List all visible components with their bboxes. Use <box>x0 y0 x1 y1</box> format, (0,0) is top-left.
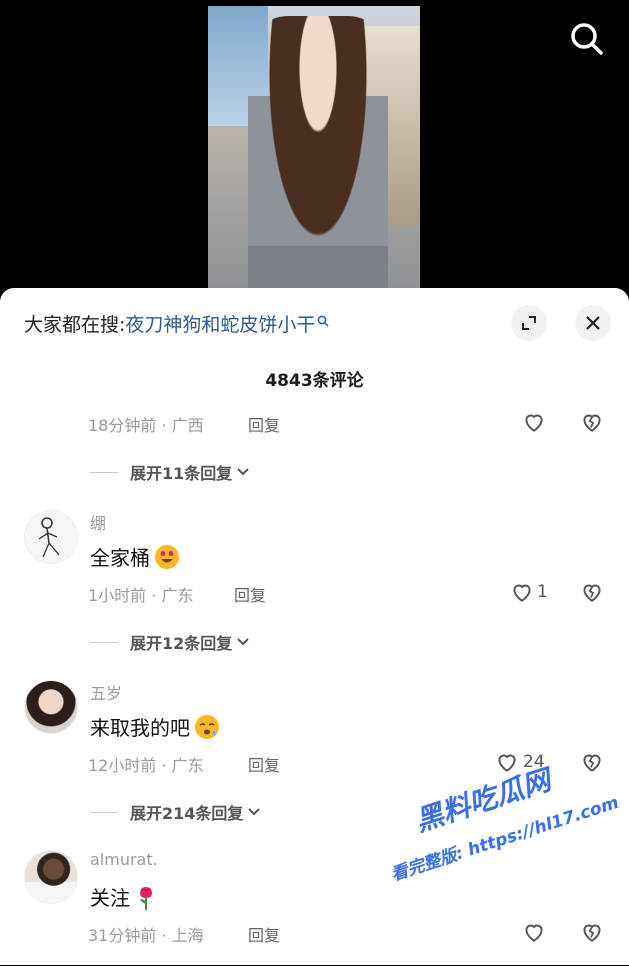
comment-meta: 1小时前 · 广东 <box>88 586 194 605</box>
broken-heart-icon <box>583 414 601 432</box>
expand-replies-label: 展开12条回复 <box>130 634 233 653</box>
comment-count: 4843条评论 <box>265 371 364 391</box>
comment-meta: 12小时前 · 广东 <box>88 756 204 775</box>
heart-eyes-emoji-icon <box>155 544 179 569</box>
dislike-button[interactable] <box>579 919 605 945</box>
close-button[interactable] <box>575 305 611 341</box>
reply-button[interactable]: 回复 <box>248 752 280 776</box>
search-button[interactable] <box>568 20 606 58</box>
search-icon <box>571 23 603 55</box>
expand-replies-label: 展开11条回复 <box>130 464 233 483</box>
avatar[interactable] <box>24 850 78 904</box>
like-button[interactable] <box>494 749 520 775</box>
chevron-down-icon <box>237 468 249 476</box>
search-suggestion[interactable]: 大家都在搜:夜刀神狗和蛇皮饼小干 <box>24 310 329 337</box>
suggestion-prefix: 大家都在搜: <box>24 314 126 336</box>
like-button[interactable] <box>509 579 535 605</box>
expand-replies[interactable]: 展开12条回复 <box>90 630 250 654</box>
comment-text: 来取我的吧 <box>90 712 220 741</box>
heart-icon <box>525 414 543 432</box>
broken-heart-icon <box>583 924 601 942</box>
heart-icon <box>498 754 516 772</box>
broken-heart-icon <box>583 754 601 772</box>
heart-icon <box>513 584 531 602</box>
comment-text: 全家桶 <box>90 542 180 571</box>
skeleton-avatar-icon <box>38 517 60 558</box>
avatar[interactable] <box>24 510 78 564</box>
suggestion-keyword[interactable]: 夜刀神狗和蛇皮饼小干 <box>125 314 315 336</box>
broken-heart-icon <box>583 584 601 602</box>
chevron-down-icon <box>248 808 261 816</box>
heart-icon <box>525 924 543 942</box>
video-subject <box>248 16 388 300</box>
video-player[interactable] <box>0 0 629 300</box>
comment-meta: 18分钟前 · 广西 <box>88 416 204 435</box>
username[interactable]: almurat. <box>90 850 158 869</box>
expand-replies[interactable]: 展开11条回复 <box>90 460 250 484</box>
dislike-button[interactable] <box>579 409 605 435</box>
sleepy-emoji-icon <box>195 714 219 739</box>
divider <box>90 811 118 813</box>
reply-button[interactable]: 回复 <box>248 412 280 436</box>
comment-meta: 31分钟前 · 上海 <box>88 926 204 945</box>
close-icon <box>586 316 600 330</box>
video-thumbnail[interactable] <box>208 6 420 300</box>
expand-replies[interactable]: 展开214条回复 <box>90 800 261 824</box>
comment-body: 关注 <box>90 886 130 910</box>
small-search-icon <box>318 315 329 327</box>
comment-sheet: 大家都在搜:夜刀神狗和蛇皮饼小干 4843条评论 18分钟前 · 广西 回复 展… <box>0 288 629 965</box>
like-count: 1 <box>537 582 548 602</box>
username[interactable]: 绷 <box>90 510 106 534</box>
reply-button[interactable]: 回复 <box>248 922 280 946</box>
expand-replies-label: 展开214条回复 <box>130 804 244 823</box>
like-count: 24 <box>523 752 545 772</box>
dislike-button[interactable] <box>579 579 605 605</box>
comment-body: 全家桶 <box>90 546 150 570</box>
username[interactable]: 五岁 <box>90 680 122 704</box>
chevron-down-icon <box>237 638 249 646</box>
reply-button[interactable]: 回复 <box>234 582 266 606</box>
expand-icon <box>522 316 536 330</box>
divider <box>90 641 118 643</box>
avatar[interactable] <box>24 680 78 734</box>
comment-body: 来取我的吧 <box>90 716 190 740</box>
divider <box>90 471 118 473</box>
comment-text: 关注 <box>90 882 158 911</box>
like-button[interactable] <box>521 409 547 435</box>
expand-button[interactable] <box>511 305 547 341</box>
dislike-button[interactable] <box>579 749 605 775</box>
rose-emoji-icon <box>140 886 152 910</box>
like-button[interactable] <box>521 919 547 945</box>
